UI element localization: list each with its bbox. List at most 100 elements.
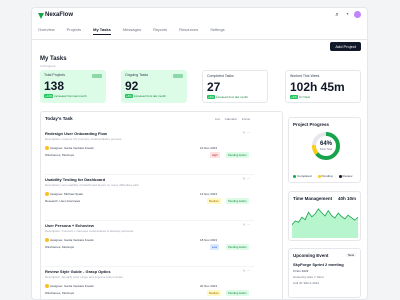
stat-value: 138 — [44, 79, 65, 93]
app-window: NexaFlow ⌕ ◔ Overview Projects My Tasks … — [31, 7, 368, 300]
stat-label: Completed Tasks — [207, 74, 234, 78]
stat-card-ongoing-tasks: Ongoing Tasks 92 +8% increased from last … — [121, 70, 187, 103]
time-area-chart — [292, 208, 358, 238]
task-actions-icon[interactable]: ✎ ⋯ — [243, 269, 250, 273]
progress-caption: Done Total — [320, 148, 332, 151]
legend-review: Review — [338, 174, 352, 178]
top-icons: ⌕ ◔ — [334, 11, 361, 18]
priority-badge: High — [210, 152, 220, 158]
page-subtitle: In Progress — [40, 64, 56, 68]
stat-value: 102h 45m — [290, 80, 345, 94]
task-item[interactable]: User Persona + Echoview Description: Con… — [45, 221, 254, 267]
event-title: Upcoming Event — [293, 253, 329, 258]
task-assignee: Assignee: Michael Spark — [45, 192, 83, 197]
logo-icon — [38, 13, 44, 19]
todays-task-panel: Today's Task List Calendar Focus Redesig… — [40, 111, 283, 299]
stat-value: 92 — [125, 79, 139, 93]
progress-percent: 64% — [319, 141, 332, 147]
task-item[interactable]: Usability Testing for Dashboard Descript… — [45, 175, 254, 221]
time-value: 40h 10m — [337, 196, 356, 201]
view-list[interactable]: List — [215, 117, 220, 121]
project-progress-panel: Project Progress 64% Done Total Complete… — [288, 117, 361, 183]
stat-card-completed-tasks: Completed Tasks 27 +5% increased from las… — [202, 70, 268, 103]
search-icon[interactable]: ⌕ — [334, 12, 340, 18]
tab-settings[interactable]: Settings — [210, 27, 224, 32]
progress-title: Project Progress — [293, 122, 330, 127]
page-title: My Tasks — [40, 56, 67, 62]
status-badge: Pending Action — [226, 152, 249, 158]
add-project-button[interactable]: Add Project — [330, 42, 361, 51]
sparkline-icon — [92, 74, 102, 78]
stat-note: +12% increased from last month — [44, 94, 87, 98]
stat-change-pill: +5% — [207, 95, 215, 99]
task-item[interactable]: Redesign User Onboarding Flow Descriptio… — [45, 129, 254, 175]
task-title: User Persona + Echoview — [45, 223, 94, 228]
tab-projects[interactable]: Projects — [67, 27, 81, 32]
tab-overview[interactable]: Overview — [38, 27, 55, 32]
time-title: Time Management — [293, 196, 333, 201]
task-meta: Research, User Interviews — [45, 199, 81, 203]
view-switcher: List Calendar Focus — [215, 117, 250, 121]
stat-value: 27 — [207, 80, 221, 94]
todays-task-title: Today's Task — [45, 116, 73, 121]
time-management-panel: Time Management 40h 10m — [288, 191, 361, 241]
task-title: Usability Testing for Dashboard — [45, 177, 106, 182]
bell-icon[interactable]: ◔ — [344, 12, 350, 18]
task-actions-icon[interactable]: ✎ ⋯ — [243, 177, 250, 181]
sparkline-icon — [173, 74, 183, 78]
tab-resources[interactable]: Resources — [179, 27, 198, 32]
stat-label: Worked This Week — [290, 74, 320, 78]
task-date: 20 Nov 2023 — [200, 284, 218, 288]
upcoming-event-panel: Upcoming Event New SkyForge Sprint 2 mee… — [288, 248, 361, 298]
event-name: SkyForge Sprint 2 meeting — [293, 262, 344, 267]
stat-change-pill: +4% — [290, 95, 298, 99]
progress-legend: Completed Pending Review — [293, 174, 352, 178]
priority-badge: Low — [210, 244, 220, 250]
event-time: 9 Nov 2023 — [293, 269, 309, 273]
legend-pending: Pending — [317, 174, 333, 178]
priority-badge: Medium — [207, 198, 221, 204]
task-actions-icon[interactable]: ✎ ⋯ — [243, 131, 250, 135]
tab-reports[interactable]: Reports — [153, 27, 167, 32]
task-title: Redesign User Onboarding Flow — [45, 131, 108, 136]
task-item[interactable]: Review Style Guide - Grasp Optics Descri… — [45, 267, 254, 299]
view-focus[interactable]: Focus — [242, 117, 250, 121]
task-description: Description: improve UX prompts, buttons… — [45, 137, 122, 141]
stat-card-worked-week: Worked This Week 102h 45m +4% On Track — [285, 70, 361, 103]
event-place: Call ID: 982-2-2023 — [293, 281, 320, 285]
task-date: 10 Nov 2023 — [200, 146, 218, 150]
stat-note: +5% increased from last month — [207, 95, 248, 99]
task-actions-icon[interactable]: ✎ ⋯ — [243, 223, 250, 227]
task-description: Description: Simplify color range and im… — [45, 275, 123, 279]
task-date: 14 Nov 2023 — [200, 192, 218, 196]
task-assignee: Assignee: Ganta Venkata Kousik — [45, 146, 94, 151]
task-meta: Wireframes, Mockups — [45, 291, 75, 295]
task-description: Description: test usability of Dashboard… — [45, 183, 139, 187]
task-assignee: Assignee: Ganta Venkata Kousik — [45, 284, 94, 289]
status-badge: Pending Action — [226, 198, 249, 204]
task-title: Review Style Guide - Grasp Optics — [45, 269, 111, 274]
nav-divider — [32, 39, 367, 40]
task-meta: Wireframes, Mockups — [45, 153, 75, 157]
tab-my-tasks[interactable]: My Tasks — [93, 27, 111, 35]
stat-card-total-projects: Total Projects 138 +12% increased from la… — [40, 70, 106, 103]
stat-note: +4% On Track — [290, 95, 311, 99]
task-description: Description: Conduct + interview undersp… — [45, 229, 134, 233]
task-meta: Wireframes, Mockups — [45, 245, 75, 249]
avatar[interactable] — [354, 11, 361, 18]
main-nav: Overview Projects My Tasks Messages Repo… — [38, 27, 225, 35]
stat-change-pill: +12% — [44, 94, 54, 98]
event-badge: New — [345, 253, 356, 257]
brand-name: NexaFlow — [45, 12, 74, 18]
task-date: 18 Nov 2023 — [200, 238, 218, 242]
view-calendar[interactable]: Calendar — [225, 117, 237, 121]
priority-badge: Medium — [207, 290, 221, 296]
event-host: Hosted by Alex J. Moor — [293, 275, 324, 279]
tab-messages[interactable]: Messages — [123, 27, 141, 32]
task-assignee: Assignee: Ganta Venkata Kousik — [45, 238, 94, 243]
stat-note: +8% increased from last month — [125, 94, 166, 98]
status-badge: Pending Action — [226, 244, 249, 250]
stat-change-pill: +8% — [125, 94, 133, 98]
legend-completed: Completed — [293, 174, 312, 178]
status-badge: Pending Action — [226, 290, 249, 296]
